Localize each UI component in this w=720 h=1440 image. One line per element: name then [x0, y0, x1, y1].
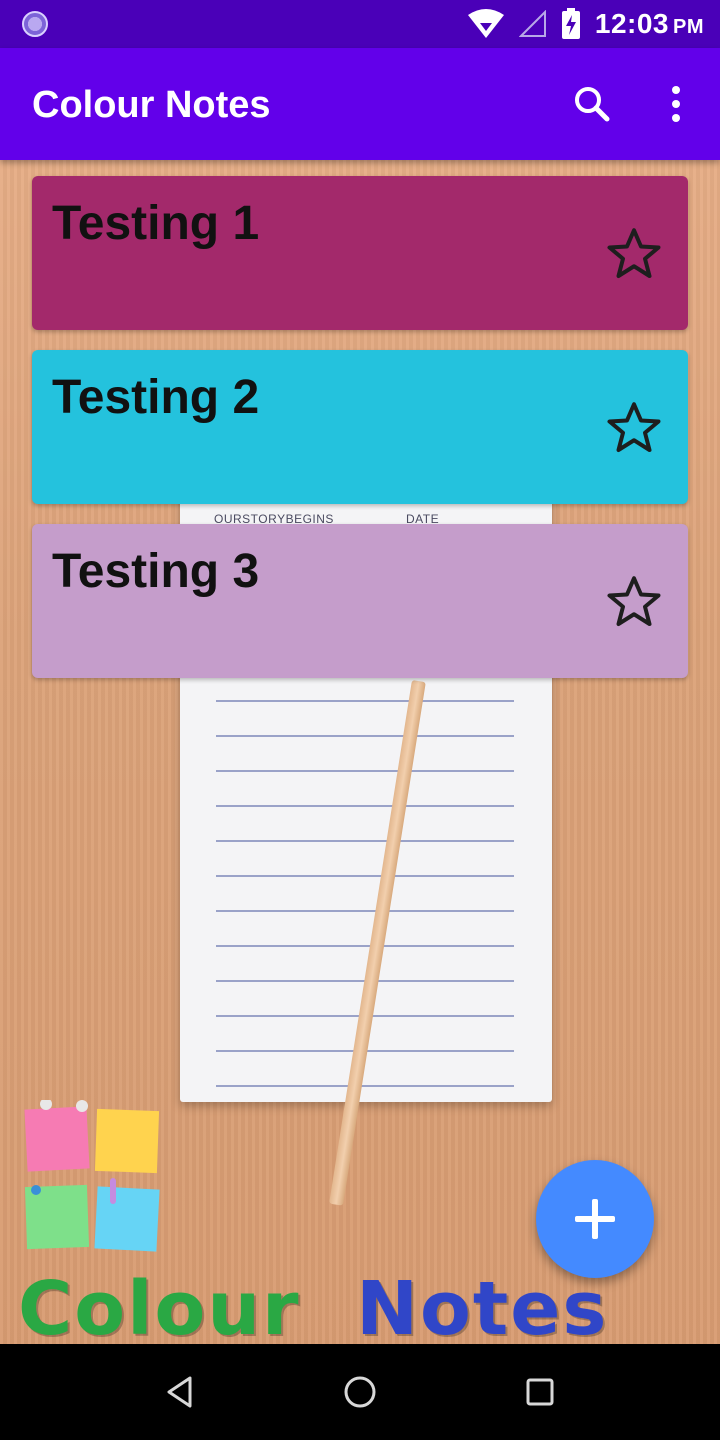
star-outline-icon [607, 576, 661, 626]
notepad-ruled-line [216, 945, 514, 947]
more-options-button[interactable] [648, 76, 704, 132]
recents-button[interactable] [516, 1368, 564, 1416]
favorite-button[interactable] [604, 224, 664, 284]
star-outline-icon [607, 402, 661, 452]
logo-word-colour: Colour [18, 1266, 301, 1344]
search-icon [575, 87, 610, 122]
note-card[interactable]: Testing 1 [32, 176, 688, 330]
notepad-ruled-line [216, 805, 514, 807]
colour-notes-logo: Colour Notes [16, 1100, 606, 1344]
battery-icon [561, 8, 580, 39]
star-outline-icon [607, 228, 661, 278]
favorite-button[interactable] [604, 398, 664, 458]
notepad-ruled-line [216, 770, 514, 772]
logo-word-notes: Notes [356, 1266, 609, 1344]
notepad-ruled-line [216, 910, 514, 912]
notes-list-area: OURSTORYBEGINS DATE Testing 1 Testing 2 … [0, 160, 720, 1344]
notepad-ruled-line [216, 1085, 514, 1087]
note-card[interactable]: Testing 2 [32, 350, 688, 504]
back-button[interactable] [156, 1368, 204, 1416]
back-icon [167, 1376, 192, 1408]
app-notification-icon [22, 11, 48, 37]
notepad-ruled-line [216, 875, 514, 877]
app-bar: Colour Notes [0, 48, 720, 160]
add-note-button[interactable] [536, 1160, 654, 1278]
home-button[interactable] [336, 1368, 384, 1416]
logo-wordmark: Colour Notes [18, 1266, 608, 1344]
wifi-icon [467, 9, 504, 38]
notepad-ruled-line [216, 840, 514, 842]
plus-icon [575, 1199, 615, 1239]
note-title: Testing 1 [52, 197, 260, 250]
search-button[interactable] [564, 76, 620, 132]
more-vert-icon [672, 86, 680, 122]
status-bar: 12:03 PM [0, 0, 720, 48]
home-icon [344, 1376, 376, 1408]
sticky-notes-icon [24, 1100, 160, 1252]
clock: 12:03 PM [594, 8, 704, 39]
notepad-ruled-line [216, 735, 514, 737]
note-title: Testing 3 [52, 545, 260, 598]
notepad-ruled-line [216, 700, 514, 702]
signal-icon [518, 10, 546, 37]
favorite-button[interactable] [604, 572, 664, 632]
note-title: Testing 2 [52, 371, 260, 424]
recents-icon [526, 1378, 554, 1406]
note-card[interactable]: Testing 3 [32, 524, 688, 678]
app-title: Colour Notes [32, 84, 271, 126]
navigation-bar [0, 1344, 720, 1440]
status-icons: 12:03 PM [467, 0, 704, 48]
